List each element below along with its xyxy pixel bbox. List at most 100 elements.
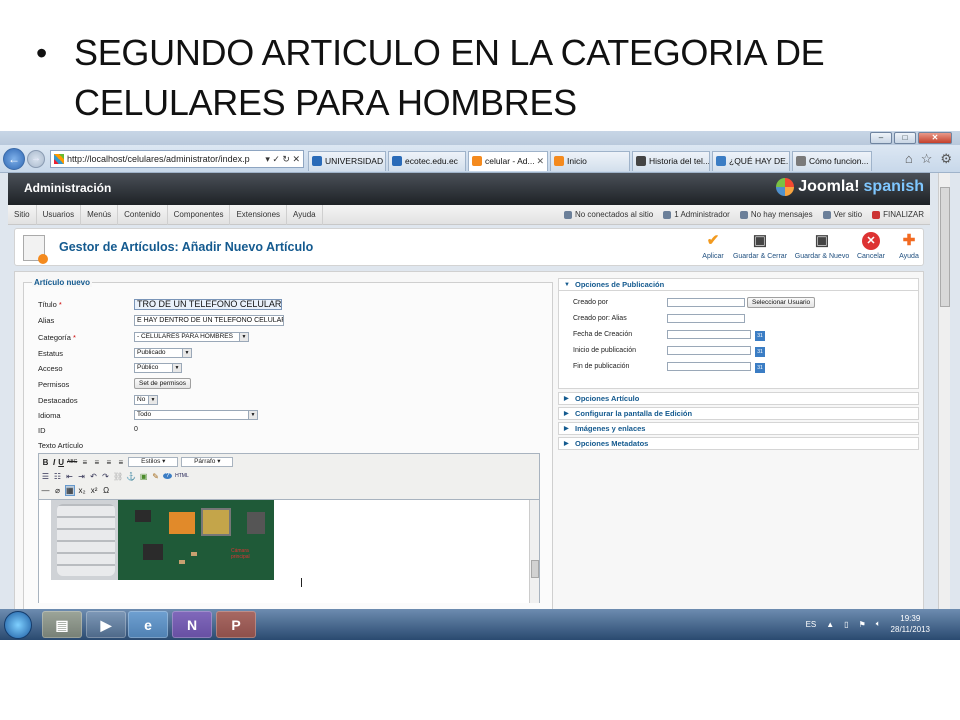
address-tools[interactable]: ▾ ✓ ↻ ✕ xyxy=(263,151,300,167)
calendar-icon[interactable]: 31 xyxy=(755,331,765,341)
language-indicator[interactable]: ES xyxy=(806,620,817,629)
permissions-button[interactable]: Set de permisos xyxy=(134,378,191,389)
bullet-list-icon[interactable]: ☰ xyxy=(41,472,50,481)
close-tab-icon[interactable]: ✕ xyxy=(536,152,544,170)
clock[interactable]: 19:39 28/11/2013 xyxy=(891,613,930,635)
view-site-link[interactable]: Ver sitio xyxy=(822,205,862,225)
title-input[interactable]: TRO DE UN TELEFONO CELULAR xyxy=(134,299,282,310)
back-button[interactable]: ← xyxy=(3,148,25,170)
settings-gear-icon[interactable]: ⚙ xyxy=(940,151,952,167)
article-options-header[interactable]: ▶ Opciones Artículo xyxy=(558,392,919,405)
language-select[interactable]: Todo ▼ xyxy=(134,410,258,420)
editor-scroll-thumb[interactable] xyxy=(531,560,539,578)
favorites-icon[interactable]: ☆ xyxy=(921,151,933,167)
italic-button[interactable]: I xyxy=(53,458,55,467)
media-player-taskbar-icon[interactable]: ▶ xyxy=(86,611,126,638)
html-button[interactable]: HTML xyxy=(175,473,189,479)
underline-button[interactable]: U xyxy=(58,458,64,467)
menu-item-usuarios[interactable]: Usuarios xyxy=(37,205,82,225)
category-select[interactable]: - CELULARES PARA HOMBRES ▼ xyxy=(134,332,249,342)
ie-taskbar-icon[interactable]: e xyxy=(128,611,168,638)
tab-celular-active[interactable]: celular - Ad... ✕ xyxy=(468,151,548,171)
explorer-taskbar-icon[interactable]: ▤ xyxy=(42,611,82,638)
featured-select[interactable]: No ▼ xyxy=(134,395,158,405)
menu-item-ayuda[interactable]: Ayuda xyxy=(287,205,323,225)
cleanup-icon[interactable]: ✎ xyxy=(151,472,160,481)
outdent-icon[interactable]: ⇤ xyxy=(65,472,74,481)
indent-icon[interactable]: ⇥ xyxy=(77,472,86,481)
save-close-button[interactable]: ▣ Guardar & Cerrar xyxy=(731,232,789,260)
table-icon[interactable]: ▦ xyxy=(65,484,75,496)
superscript-button[interactable]: x² xyxy=(90,486,99,495)
publish-start-input[interactable] xyxy=(667,346,751,355)
start-button[interactable] xyxy=(4,611,32,639)
horizontal-rule-icon[interactable]: — xyxy=(41,486,50,495)
metadata-options-header[interactable]: ▶ Opciones Metadatos xyxy=(558,437,919,450)
editor-content[interactable]: Cámara principal xyxy=(39,499,539,603)
tab-universidad[interactable]: UNIVERSIDAD ... xyxy=(308,151,386,171)
redo-icon[interactable]: ↷ xyxy=(101,472,110,481)
menu-item-contenido[interactable]: Contenido xyxy=(118,205,168,225)
created-alias-input[interactable] xyxy=(667,314,745,323)
images-links-header[interactable]: ▶ Imágenes y enlaces xyxy=(558,422,919,435)
help-icon[interactable]: ? xyxy=(163,473,173,479)
messages-status[interactable]: No hay mensajes xyxy=(739,205,813,225)
calendar-icon[interactable]: 31 xyxy=(755,363,765,373)
menu-item-sitio[interactable]: Sitio xyxy=(8,205,37,225)
align-justify-icon[interactable]: ≡ xyxy=(116,458,125,467)
image-icon[interactable]: ▣ xyxy=(139,472,148,481)
tab-label: ecotec.edu.ec xyxy=(405,156,458,166)
window-scrollbar[interactable] xyxy=(938,173,950,640)
powerpoint-taskbar-icon[interactable]: P xyxy=(216,611,256,638)
access-select[interactable]: Público ▼ xyxy=(134,363,182,373)
tab-inicio[interactable]: Inicio xyxy=(550,151,630,171)
tab-ecotec[interactable]: ecotec.edu.ec xyxy=(388,151,466,171)
tab-historia[interactable]: Historia del tel... xyxy=(632,151,710,171)
logout-link[interactable]: FINALIZAR xyxy=(872,205,924,225)
calendar-icon[interactable]: 31 xyxy=(755,347,765,357)
created-date-input[interactable] xyxy=(667,330,751,339)
flag-icon[interactable]: ⚑ xyxy=(859,620,866,629)
forward-button[interactable]: → xyxy=(27,150,45,168)
status-select[interactable]: Publicado ▼ xyxy=(134,348,192,358)
paragraph-select[interactable]: Párrafo ▾ xyxy=(181,457,234,467)
close-window-button[interactable]: ✕ xyxy=(918,132,952,144)
pub-options-header[interactable]: ▼ Opciones de Publicación xyxy=(558,278,919,291)
anchor-icon[interactable]: ⚓ xyxy=(126,472,136,481)
minimize-button[interactable]: – xyxy=(870,132,892,144)
created-by-input[interactable] xyxy=(667,298,745,307)
window-scroll-thumb[interactable] xyxy=(940,187,950,307)
tab-que-hay[interactable]: ¿QUÉ HAY DE... xyxy=(712,151,790,171)
bold-button[interactable]: B xyxy=(41,458,50,467)
help-button[interactable]: ✚ Ayuda xyxy=(881,232,937,260)
align-center-icon[interactable]: ≡ xyxy=(92,458,101,467)
publish-end-input[interactable] xyxy=(667,362,751,371)
align-left-icon[interactable]: ≡ xyxy=(80,458,89,467)
select-user-button[interactable]: Seleccionar Usuario xyxy=(747,297,816,308)
link-icon[interactable]: ⛓ xyxy=(113,472,123,481)
menu-item-menus[interactable]: Menús xyxy=(81,205,119,225)
strikethrough-button[interactable]: ABC xyxy=(67,459,77,465)
onenote-taskbar-icon[interactable]: N xyxy=(172,611,212,638)
tab-como-funciona[interactable]: Cómo funcion... xyxy=(792,151,872,171)
alias-input[interactable]: E HAY DENTRO DE UN TELEFONO CELULAR? xyxy=(134,315,284,326)
editor-toolbar-row1: B I U ABC ≡ ≡ ≡ ≡ Estilos ▾ Párrafo ▾ xyxy=(41,456,234,468)
remove-format-icon[interactable]: ⌀ xyxy=(53,486,62,495)
numbered-list-icon[interactable]: ☷ xyxy=(53,472,62,481)
home-icon[interactable]: ⌂ xyxy=(905,151,913,167)
maximize-button[interactable]: □ xyxy=(894,132,916,144)
menu-item-extensiones[interactable]: Extensiones xyxy=(230,205,288,225)
joomla-header: Administración Joomla! spanish xyxy=(8,173,930,205)
menu-item-componentes[interactable]: Componentes xyxy=(168,205,231,225)
tray-expand-icon[interactable]: ▲ xyxy=(826,620,834,629)
network-icon[interactable]: ▯ xyxy=(844,620,848,629)
align-right-icon[interactable]: ≡ xyxy=(104,458,113,467)
subscript-button[interactable]: x₂ xyxy=(78,486,87,495)
undo-icon[interactable]: ↶ xyxy=(89,472,98,481)
editor-scrollbar[interactable] xyxy=(529,500,539,603)
address-bar[interactable]: http://localhost/celulares/administrator… xyxy=(50,150,304,168)
styles-select[interactable]: Estilos ▾ xyxy=(128,457,179,467)
volume-icon[interactable]: 🔈︎ xyxy=(876,619,881,629)
special-char-icon[interactable]: Ω xyxy=(102,486,111,495)
edit-screen-options-header[interactable]: ▶ Configurar la pantalla de Edición xyxy=(558,407,919,420)
